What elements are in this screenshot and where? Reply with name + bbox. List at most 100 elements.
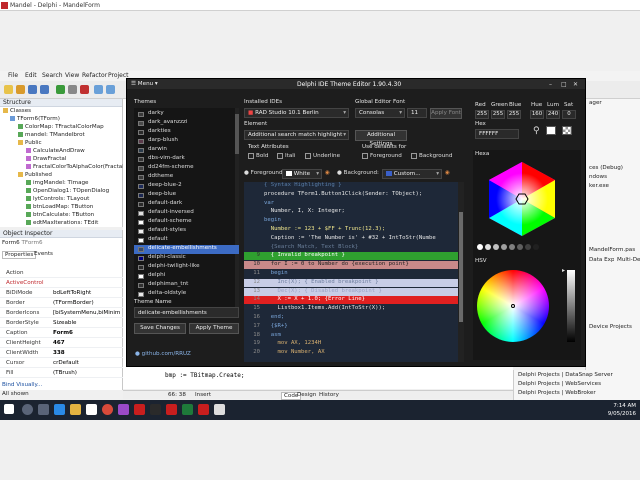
code-line[interactable]: var: [244, 199, 461, 208]
inspector-object-selector[interactable]: Form6 TForm6: [2, 240, 43, 246]
gray-swatch[interactable]: [533, 244, 539, 250]
code-line[interactable]: 12 Inc(X); { Enabled breakpoint }: [244, 278, 461, 287]
tree-item[interactable]: lytControls: TLayout: [26, 196, 89, 204]
theme-list-item[interactable]: delphi: [134, 272, 239, 281]
font-select[interactable]: Consolas ▾: [355, 108, 405, 118]
element-select[interactable]: Additional search match highlight ▾: [244, 130, 349, 140]
gray-swatch[interactable]: [501, 244, 507, 250]
code-line[interactable]: 14 X := X + 1.0; {Error Line}: [244, 296, 461, 305]
menu-refactor[interactable]: Refactor: [82, 72, 107, 79]
run-icon[interactable]: [56, 85, 65, 94]
inspector-row[interactable]: BorderStyle Sizeable: [0, 320, 123, 328]
code-line[interactable]: 19 mov AX, 1234H: [244, 340, 461, 349]
save-icon[interactable]: [28, 85, 37, 94]
tree-item[interactable]: mandel: TMandelbrot: [18, 132, 85, 140]
theme-list-item[interactable]: deep-blue: [134, 191, 239, 200]
list-item[interactable]: Delphi Projects | WebServices: [518, 381, 601, 387]
themes-list[interactable]: darky dark_avanzzzi darkties darp-blush darw…: [134, 108, 239, 314]
inspector-row[interactable]: BiDiMode bdLeftToRight: [0, 290, 123, 298]
italic-checkbox[interactable]: Itali: [277, 153, 295, 159]
blue-input[interactable]: 255: [507, 110, 521, 119]
right-panel-item[interactable]: ker.exe: [586, 183, 640, 192]
hex-input[interactable]: FFFFFF: [475, 129, 519, 139]
theme-list-item[interactable]: darky: [134, 110, 239, 119]
theme-list-item[interactable]: dd24fm-scheme: [134, 164, 239, 173]
hexagon-color-picker[interactable]: [483, 160, 561, 238]
gray-swatch[interactable]: [509, 244, 515, 250]
gray-swatch[interactable]: [477, 244, 483, 250]
code-line[interactable]: 11 begin: [244, 270, 461, 278]
code-preview[interactable]: { Syntax Highlighting } procedure TForm1.…: [244, 182, 461, 362]
excel-icon[interactable]: [182, 404, 193, 415]
tree-item[interactable]: ColorMap: TFractalColorMap: [18, 124, 104, 132]
multi-device-tab[interactable]: Multi-De...: [614, 257, 640, 266]
theme-list-item[interactable]: default-styles: [134, 227, 239, 236]
inspector-row[interactable]: ActiveControl: [0, 280, 123, 288]
minimize-icon[interactable]: –: [549, 81, 552, 88]
inspector-row[interactable]: Action: [0, 270, 123, 278]
theme-list-item[interactable]: delphiman_tnt: [134, 281, 239, 290]
theme-list-item[interactable]: darkties: [134, 128, 239, 137]
theme-list-item[interactable]: delphi-twilight-like: [134, 263, 239, 272]
additional-settings-button[interactable]: Additional Settings: [355, 130, 407, 147]
tab-design[interactable]: Design: [297, 392, 316, 398]
code-line[interactable]: Number, I, X: Integer;: [244, 208, 461, 217]
pause-icon[interactable]: [68, 85, 77, 94]
theme-list-item[interactable]: darp-blush: [134, 137, 239, 146]
bind-visually-link[interactable]: Bind Visually...: [2, 382, 42, 388]
app-icon[interactable]: [150, 404, 161, 415]
store-icon[interactable]: [86, 404, 97, 415]
theme-list-item[interactable]: default-dark: [134, 200, 239, 209]
font-size-select[interactable]: 11: [407, 108, 427, 118]
github-link[interactable]: ● github.com/RRUZ: [135, 351, 191, 357]
hue-input[interactable]: 160: [530, 110, 544, 119]
tree-item[interactable]: OpenDialog1: TOpenDialog: [26, 188, 109, 196]
apply-font-button[interactable]: Apply Font: [430, 108, 462, 119]
theme-list-item[interactable]: dark_avanzzzi: [134, 119, 239, 128]
tree-item[interactable]: CalculateAndDraw: [26, 148, 85, 156]
save-changes-button[interactable]: Save Changes: [134, 323, 186, 334]
tree-item[interactable]: edtMaxIterations: TEdit: [26, 220, 98, 228]
trace-into-icon[interactable]: [106, 85, 115, 94]
code-line[interactable]: 13 Dec(X); { Disabled breakpoint }: [244, 287, 461, 296]
eyedropper-icon[interactable]: ⚲: [533, 126, 540, 136]
tree-item[interactable]: btnLoadMap: TButton: [26, 204, 93, 212]
bold-checkbox[interactable]: Bold: [248, 153, 268, 159]
theme-list-item[interactable]: default-inversed: [134, 209, 239, 218]
tab-events[interactable]: Events: [32, 251, 55, 257]
tree-item[interactable]: TForm6(TForm): [10, 116, 60, 124]
theme-list-item[interactable]: ddtheme: [134, 173, 239, 182]
list-item[interactable]: Delphi Projects | WebBroker: [518, 390, 596, 396]
code-line[interactable]: {Search Match, Text Block}: [244, 243, 461, 252]
gray-swatch[interactable]: [525, 244, 531, 250]
right-panel-item[interactable]: ces (Debug): [586, 165, 640, 174]
inspector-row[interactable]: Fill (TBrush): [0, 370, 123, 378]
background-select[interactable]: Custom... ▾: [382, 169, 442, 179]
menu-search[interactable]: Search: [42, 72, 63, 79]
code-line[interactable]: 17 {$R+}: [244, 322, 461, 331]
chrome-icon[interactable]: [102, 404, 113, 415]
green-input[interactable]: 255: [491, 110, 505, 119]
menu-file[interactable]: File: [8, 72, 18, 79]
data-explorer-tab[interactable]: Data Exp...: [586, 257, 614, 266]
apply-theme-button[interactable]: Apply Theme: [189, 323, 239, 334]
code-line[interactable]: begin: [244, 217, 461, 226]
app-icon[interactable]: [214, 404, 225, 415]
theme-list-item[interactable]: dbs-vim-dark: [134, 155, 239, 164]
code-line[interactable]: Number := 123 + $FF + Trunc(12.3);: [244, 226, 461, 234]
dialog-menu-button[interactable]: ☰ Menu ▾: [131, 81, 158, 87]
inspector-row[interactable]: Caption Form6: [0, 330, 123, 338]
installed-ides-select[interactable]: ■ RAD Studio 10.1 Berlin ▾: [244, 108, 349, 118]
code-line[interactable]: 20 mov Number, AX: [244, 349, 461, 358]
theme-list-item[interactable]: delphi-classic: [134, 254, 239, 263]
red-input[interactable]: 255: [475, 110, 489, 119]
stop-icon[interactable]: [80, 85, 89, 94]
inspector-row[interactable]: Border (TFormBorder): [0, 300, 123, 308]
open-icon[interactable]: [16, 85, 25, 94]
edge-icon[interactable]: [54, 404, 65, 415]
menu-edit[interactable]: Edit: [25, 72, 37, 79]
theme-list-item[interactable]: default: [134, 236, 239, 245]
maximize-icon[interactable]: □: [561, 81, 567, 88]
delphi-icon[interactable]: [134, 404, 145, 415]
theme-list-item[interactable]: default-scheme: [134, 218, 239, 227]
